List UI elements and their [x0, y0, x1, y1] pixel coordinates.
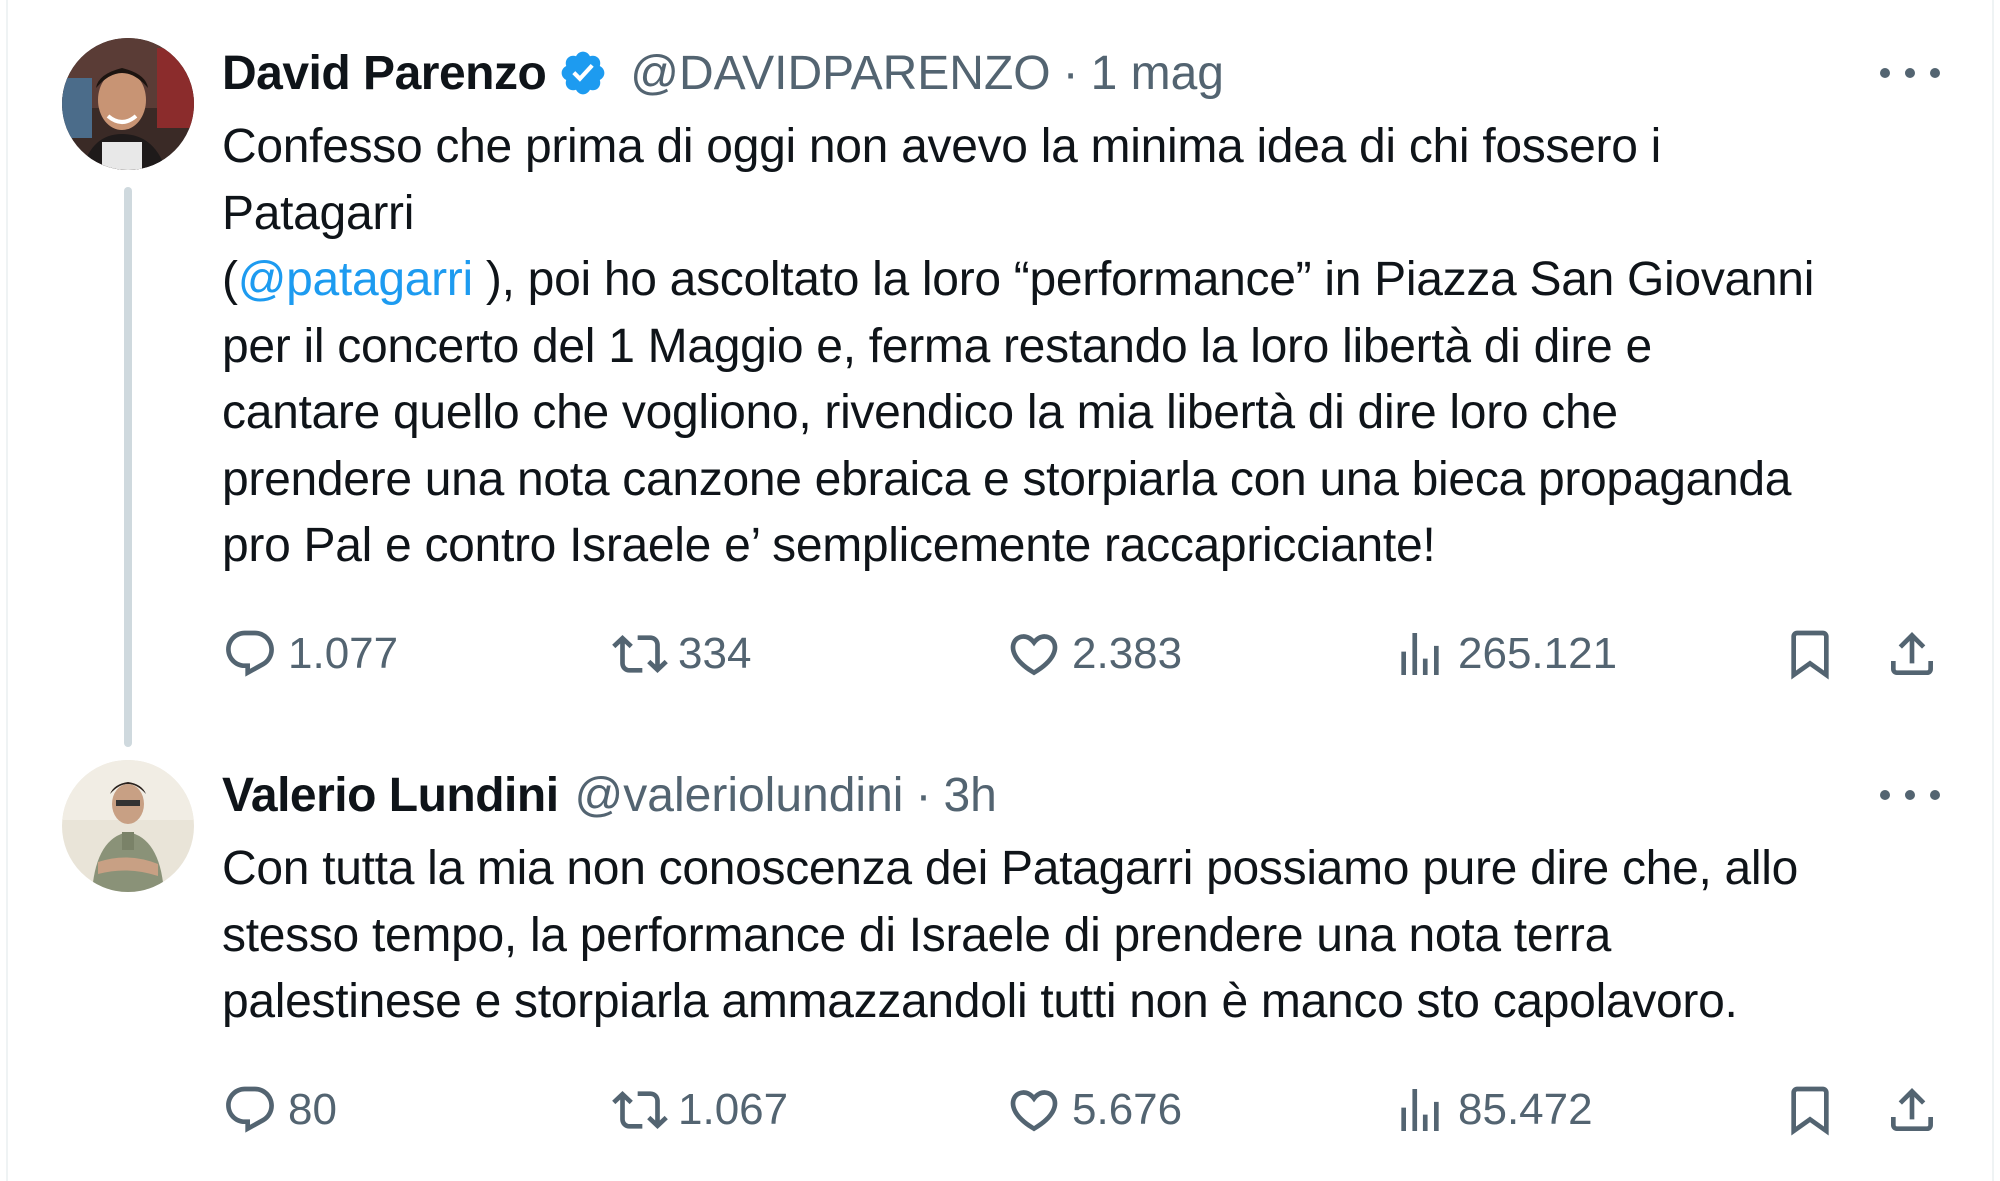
reply-icon	[226, 1086, 274, 1133]
text-line: pro Pal e contro Israele e’ semplicement…	[222, 519, 1436, 572]
thread-connector-line	[124, 187, 132, 747]
author-name[interactable]: Valerio Lundini	[222, 768, 559, 823]
share-button[interactable]	[1884, 624, 1940, 684]
tweet-text: Confesso che prima di oggi non avevo la …	[222, 114, 1962, 580]
bookmark-button[interactable]	[1782, 624, 1838, 684]
retweet-icon	[612, 1091, 668, 1129]
views-count: 85.472	[1458, 1085, 1593, 1134]
like-button[interactable]: 2.383	[1006, 624, 1182, 684]
views-button[interactable]: 85.472	[1392, 1080, 1593, 1140]
separator-dot: ·	[1062, 46, 1079, 100]
views-count: 265.121	[1458, 629, 1618, 678]
text-line: per il concerto del 1 Maggio e, ferma re…	[222, 319, 1652, 373]
reply-button[interactable]: 1.077	[222, 624, 398, 684]
avatar-photo-david	[62, 38, 194, 170]
share-button[interactable]	[1884, 1080, 1940, 1140]
retweet-button[interactable]: 1.067	[612, 1080, 788, 1140]
text-line: cantare quello che vogliono, rivendico l…	[222, 386, 1618, 439]
share-icon	[1891, 1088, 1933, 1131]
mention-link[interactable]: @patagarri	[238, 253, 473, 306]
retweet-icon	[612, 635, 668, 673]
more-dots-icon	[1880, 790, 1890, 800]
separator-dot: ·	[915, 768, 932, 822]
bookmark-icon	[1791, 1086, 1829, 1136]
share-icon	[1891, 632, 1933, 675]
tweet-text: Con tutta la mia non conoscenza dei Pata…	[222, 836, 1962, 1036]
tweet-actions: 1.077 334 2.383 265.121	[222, 624, 1962, 684]
retweet-button[interactable]: 334	[612, 624, 751, 684]
text-line: prendere una nota canzone ebraica e stor…	[222, 452, 1792, 506]
tweet-header: Valerio Lundini @valeriolundini · 3h	[222, 760, 997, 830]
author-name[interactable]: David Parenzo	[222, 46, 547, 101]
avatar[interactable]	[62, 760, 194, 892]
author-handle[interactable]: @valeriolundini	[575, 768, 904, 823]
analytics-icon	[1401, 633, 1439, 675]
text-line: stesso tempo, la performance di Israele …	[222, 908, 1611, 962]
mention-trailing-text: ), poi ho ascoltato la loro “performance…	[472, 253, 1815, 306]
bookmark-button[interactable]	[1782, 1080, 1838, 1140]
text-line: palestinese e storpiarla ammazzandoli tu…	[222, 975, 1738, 1028]
views-button[interactable]: 265.121	[1392, 624, 1617, 684]
avatar-photo-valerio	[62, 760, 194, 892]
tweet-actions: 80 1.067 5.676 85.472	[222, 1080, 1962, 1140]
tweet-header: David Parenzo @DAVIDPARENZO · 1 mag	[222, 38, 1224, 108]
text-line: Con tutta la mia non conoscenza dei Pata…	[222, 842, 1799, 895]
more-dots-icon	[1880, 68, 1890, 78]
author-handle[interactable]: @DAVIDPARENZO	[630, 46, 1050, 101]
reply-button[interactable]: 80	[222, 1080, 337, 1140]
like-count: 5.676	[1072, 1085, 1183, 1134]
like-count: 2.383	[1072, 629, 1183, 678]
avatar[interactable]	[62, 38, 194, 170]
text-line-with-mention: (@patagarri ), poi ho ascoltato la loro …	[222, 247, 1962, 314]
tweet-timestamp[interactable]: 1 mag	[1091, 46, 1224, 101]
paren-open: (	[222, 253, 238, 306]
tweet-timestamp[interactable]: 3h	[943, 768, 996, 823]
text-line: Patagarri	[222, 186, 415, 240]
heart-icon	[1010, 634, 1058, 676]
retweet-count: 334	[678, 629, 752, 678]
bookmark-icon	[1791, 630, 1829, 680]
heart-icon	[1010, 1090, 1058, 1132]
text-line: Confesso che prima di oggi non avevo la …	[222, 120, 1662, 173]
verified-badge-icon	[558, 48, 608, 98]
analytics-icon	[1401, 1089, 1439, 1131]
reply-count: 80	[288, 1085, 337, 1134]
more-options-button[interactable]	[1880, 780, 1940, 810]
reply-icon	[226, 630, 274, 677]
reply-count: 1.077	[288, 629, 399, 678]
retweet-count: 1.067	[678, 1085, 789, 1134]
like-button[interactable]: 5.676	[1006, 1080, 1182, 1140]
more-options-button[interactable]	[1880, 58, 1940, 88]
